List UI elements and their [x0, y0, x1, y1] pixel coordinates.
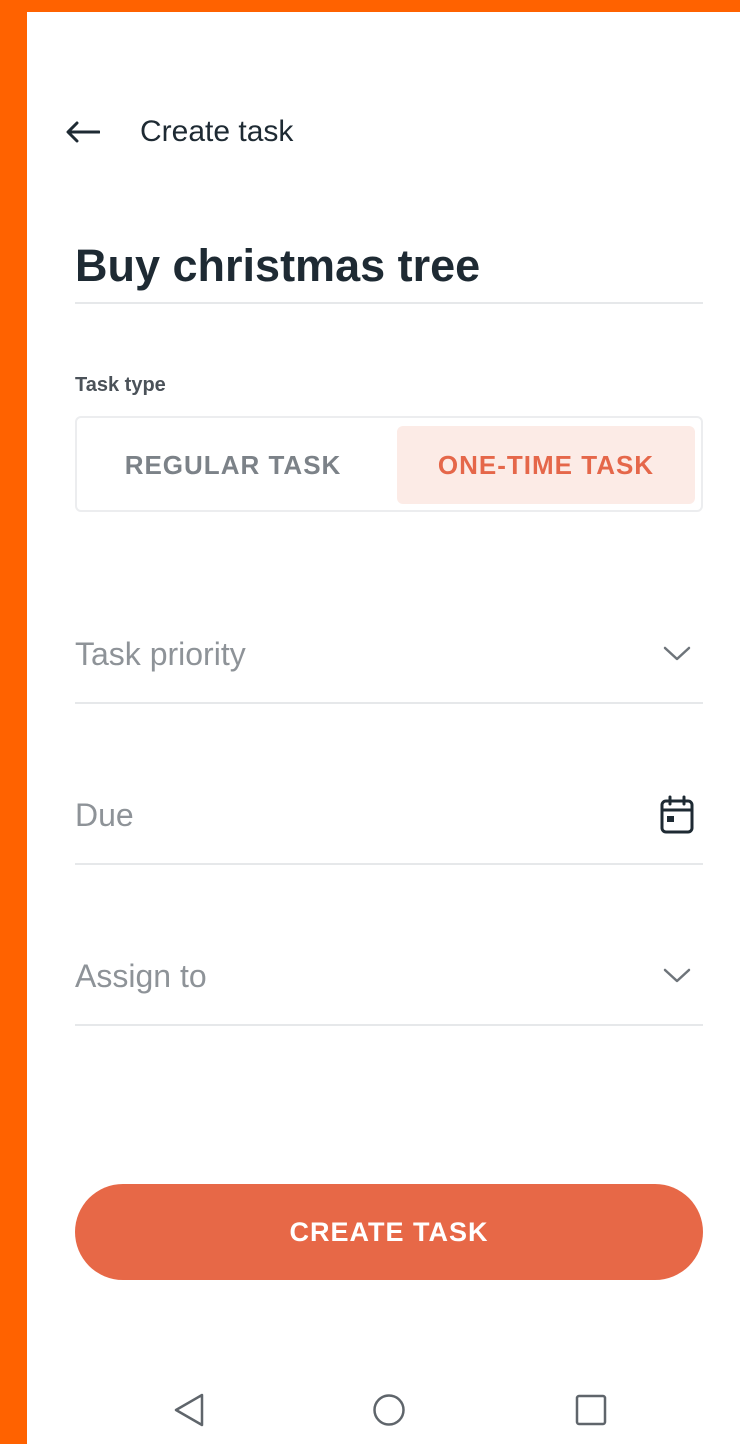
system-nav-bar — [27, 1372, 740, 1444]
task-priority-placeholder: Task priority — [75, 636, 246, 672]
task-priority-underline — [75, 702, 703, 704]
assign-to-placeholder: Assign to — [75, 958, 207, 994]
app-header: Create task — [27, 104, 740, 160]
chevron-down-icon — [657, 634, 697, 674]
page-title: Create task — [140, 115, 294, 148]
create-task-button[interactable]: CREATE TASK — [75, 1184, 703, 1280]
task-type-label: Task type — [75, 374, 166, 396]
back-button[interactable] — [63, 116, 103, 148]
task-type-toggle: REGULAR TASK ONE-TIME TASK — [75, 416, 703, 512]
due-placeholder: Due — [75, 797, 134, 833]
task-priority-select[interactable]: Task priority — [75, 604, 703, 704]
nav-back-button[interactable] — [165, 1386, 213, 1434]
nav-home-button[interactable] — [365, 1386, 413, 1434]
back-triangle-icon — [174, 1393, 204, 1427]
home-circle-icon — [373, 1394, 405, 1426]
due-date-field[interactable]: Due — [75, 765, 703, 865]
assign-to-select[interactable]: Assign to — [75, 926, 703, 1026]
assign-to-underline — [75, 1024, 703, 1026]
recents-square-icon — [575, 1394, 607, 1426]
task-name-input[interactable]: Buy christmas tree — [75, 236, 703, 296]
task-name-underline — [75, 302, 703, 304]
app-screen: Create task Buy christmas tree Task type… — [27, 12, 740, 1444]
due-underline — [75, 863, 703, 865]
nav-recents-button[interactable] — [567, 1386, 615, 1434]
arrow-left-icon — [66, 121, 100, 143]
chevron-down-icon — [657, 956, 697, 996]
one-time-task-option[interactable]: ONE-TIME TASK — [397, 426, 695, 504]
calendar-icon[interactable] — [657, 795, 697, 835]
regular-task-option[interactable]: REGULAR TASK — [85, 426, 381, 504]
